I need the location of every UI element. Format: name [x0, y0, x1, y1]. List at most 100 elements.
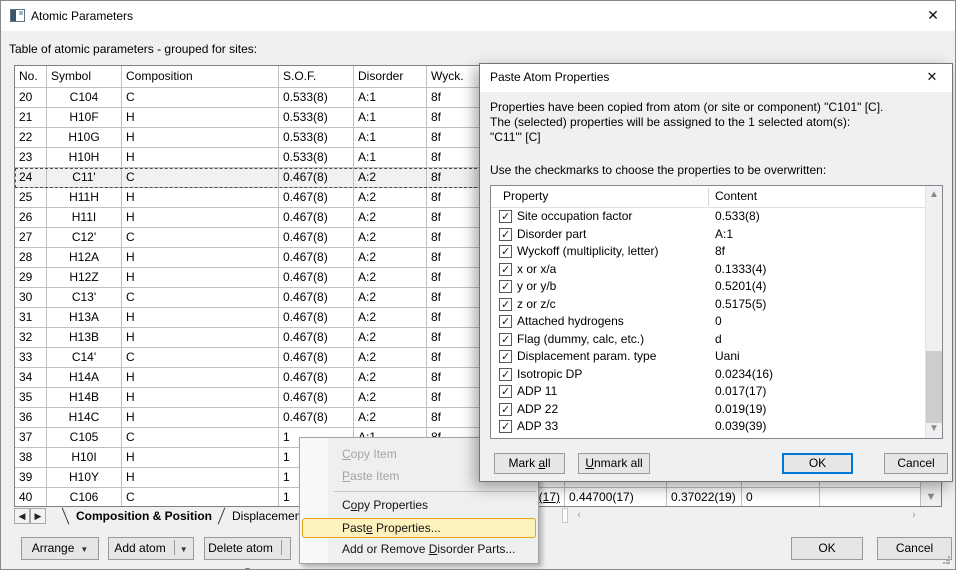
property-name: Attached hydrogens [517, 314, 624, 328]
window-title: Atomic Parameters [31, 9, 133, 23]
property-row[interactable]: ADP 330.039(39) [491, 418, 942, 436]
arrange-button[interactable]: Arrange▼ [21, 537, 99, 560]
dialog-ok-button[interactable]: OK [782, 453, 853, 474]
property-content: A:1 [715, 227, 733, 241]
table-cell: C12' [47, 228, 122, 248]
property-row[interactable]: Flag (dummy, calc, etc.)d [491, 331, 942, 349]
property-row[interactable]: ADP 220.019(19) [491, 401, 942, 419]
checkbox-checked-icon[interactable] [499, 350, 512, 363]
menu-separator [334, 491, 536, 492]
checkbox-checked-icon[interactable] [499, 438, 512, 439]
close-icon[interactable]: ✕ [911, 1, 955, 31]
table-cell: 0.467(8) [279, 328, 354, 348]
table-cell: H10G [47, 128, 122, 148]
table-cell: 0.467(8) [279, 388, 354, 408]
table-cell: 0.467(8) [279, 368, 354, 388]
property-row[interactable]: Disorder partA:1 [491, 226, 942, 244]
property-row[interactable]: ADP 230.004(4) [491, 436, 942, 439]
scroll-up-icon[interactable]: ▲ [926, 187, 942, 203]
checkbox-checked-icon[interactable] [499, 315, 512, 328]
property-row[interactable]: Attached hydrogens0 [491, 313, 942, 331]
table-cell: C [122, 288, 279, 308]
app-icon [10, 9, 25, 22]
property-list-header: Property Content [491, 186, 942, 208]
menu-item-add-or-remove-disorder-parts[interactable]: Add or Remove Disorder Parts... [300, 539, 538, 561]
checkbox-checked-icon[interactable] [499, 228, 512, 241]
dialog-cancel-button[interactable]: Cancel [884, 453, 948, 474]
table-cell: 0.467(8) [279, 308, 354, 328]
checkbox-checked-icon[interactable] [499, 245, 512, 258]
property-row[interactable]: x or x/a0.1333(4) [491, 261, 942, 279]
table-cell: 32 [15, 328, 47, 348]
property-row[interactable]: y or y/b0.5201(4) [491, 278, 942, 296]
property-row[interactable]: Site occupation factor0.533(8) [491, 208, 942, 226]
table-cell: A:2 [354, 188, 427, 208]
table-cell: A:2 [354, 248, 427, 268]
table-horizontal-scrollbar[interactable]: ‹ › [569, 508, 924, 523]
paste-atom-properties-dialog: Paste Atom Properties ✕ Properties have … [479, 63, 953, 482]
ok-button[interactable]: OK [791, 537, 863, 560]
table-cell: 38 [15, 448, 47, 468]
table-cell: H14A [47, 368, 122, 388]
property-row[interactable]: Wyckoff (multiplicity, letter)8f [491, 243, 942, 261]
table-cell: C13' [47, 288, 122, 308]
table-cell: 40 [15, 488, 47, 507]
checkbox-checked-icon[interactable] [499, 403, 512, 416]
table-cell: A:2 [354, 308, 427, 328]
table-cell: H14B [47, 388, 122, 408]
property-row[interactable]: Displacement param. typeUani [491, 348, 942, 366]
tab-displacement[interactable]: Displacement [232, 509, 305, 523]
table-cell: H [122, 248, 279, 268]
checkbox-checked-icon[interactable] [499, 385, 512, 398]
checkbox-checked-icon[interactable] [499, 210, 512, 223]
menu-item-paste-properties[interactable]: Paste Properties... [302, 518, 536, 538]
tab-scroll-right-icon[interactable]: ▶ [30, 508, 46, 524]
table-cell: H [122, 448, 279, 468]
table-cell: H [122, 388, 279, 408]
checkbox-checked-icon[interactable] [499, 368, 512, 381]
scroll-left-icon[interactable]: ‹ [571, 508, 587, 523]
table-cell: 33 [15, 348, 47, 368]
scroll-down-icon[interactable]: ▼ [921, 488, 941, 507]
checkbox-checked-icon[interactable] [499, 333, 512, 346]
table-cell: A:1 [354, 148, 427, 168]
table-cell: 0.467(8) [279, 248, 354, 268]
close-icon[interactable]: ✕ [912, 64, 952, 92]
checkbox-checked-icon[interactable] [499, 280, 512, 293]
property-row[interactable]: z or z/c0.5175(5) [491, 296, 942, 314]
tab-scroll-splitter[interactable] [562, 508, 568, 523]
table-cell: 22 [15, 128, 47, 148]
checkbox-checked-icon[interactable] [499, 298, 512, 311]
table-cell: 0.37022(19) [667, 488, 742, 507]
property-row[interactable]: ADP 110.017(17) [491, 383, 942, 401]
table-cell: Composition [122, 66, 279, 88]
table-cell: 25 [15, 188, 47, 208]
delete-atom-button[interactable]: Delete atom▼ [204, 537, 291, 560]
list-scrollbar[interactable]: ▲ ▼ [925, 186, 942, 438]
resize-grip[interactable] [942, 556, 950, 564]
scroll-down-icon[interactable]: ▼ [926, 421, 942, 437]
property-row[interactable]: Isotropic DP0.0234(16) [491, 366, 942, 384]
dialog-title: Paste Atom Properties [490, 70, 609, 84]
table-cell: A:2 [354, 328, 427, 348]
table-cell: 21 [15, 108, 47, 128]
table-cell: 0.467(8) [279, 408, 354, 428]
checkbox-checked-icon[interactable] [499, 263, 512, 276]
tab-scroll-left-icon[interactable]: ◀ [14, 508, 30, 524]
table-cell: 36 [15, 408, 47, 428]
scroll-right-icon[interactable]: › [906, 508, 922, 523]
add-atom-button[interactable]: Add atom▼ [108, 537, 194, 560]
cancel-button[interactable]: Cancel [877, 537, 952, 560]
tab-edge [218, 507, 226, 524]
checkbox-checked-icon[interactable] [499, 420, 512, 433]
menu-item-copy-properties[interactable]: Copy Properties [300, 495, 538, 517]
scrollbar-thumb[interactable] [926, 351, 942, 423]
mark-all-button[interactable]: Mark all [494, 453, 565, 474]
table-cell: C [122, 88, 279, 108]
table-cell: 24 [15, 168, 47, 188]
tab-composition-position[interactable]: Composition & Position [76, 509, 212, 523]
table-cell: Disorder [354, 66, 427, 88]
unmark-all-button[interactable]: Unmark all [578, 453, 650, 474]
table-cell: 27 [15, 228, 47, 248]
property-name: ADP 33 [517, 419, 558, 433]
